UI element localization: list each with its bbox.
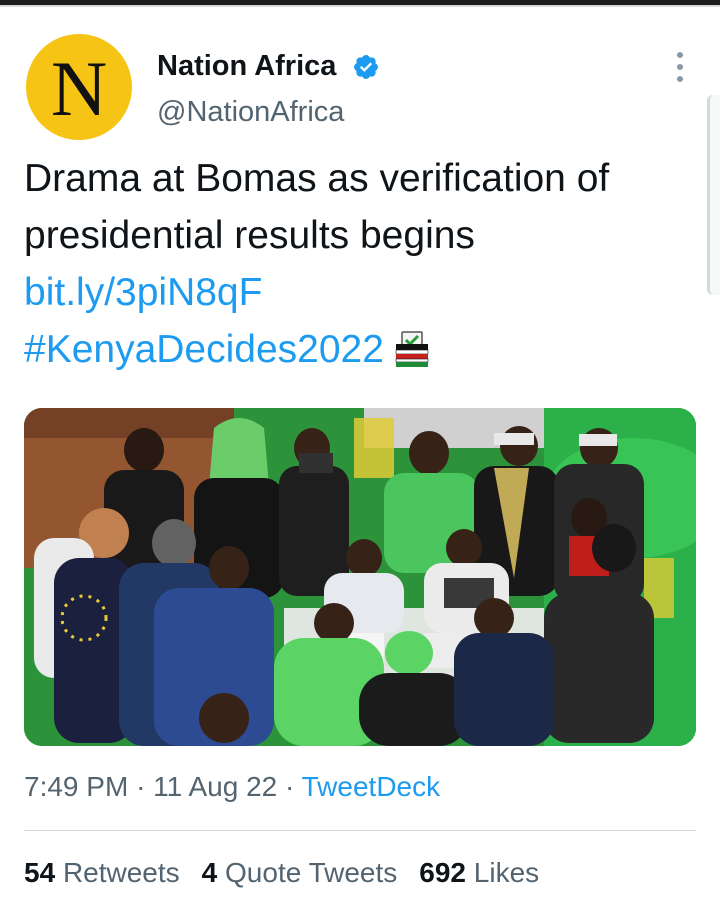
tweet-meta: 7:49 PM · 11 Aug 22 · TweetDeck	[24, 771, 440, 803]
likes-stat[interactable]: 692 Likes	[419, 857, 539, 888]
retweets-stat[interactable]: 54 Retweets	[24, 857, 180, 888]
quote-tweets-stat[interactable]: 4 Quote Tweets	[202, 857, 398, 888]
avatar[interactable]: N	[26, 34, 132, 140]
tweet-line: presidential results begins	[24, 214, 475, 257]
tweet-line: Drama at Bomas as verification of	[24, 157, 610, 200]
likes-count: 692	[419, 857, 466, 888]
divider	[0, 5, 720, 7]
quotes-count: 4	[201, 857, 218, 888]
ballot-box-icon	[395, 331, 429, 367]
quotes-label: Quote Tweets	[225, 857, 398, 888]
tweet-source[interactable]: TweetDeck	[302, 771, 441, 802]
photo-illustration	[24, 408, 696, 746]
tweet-link[interactable]: bit.ly/3piN8qF	[24, 271, 262, 314]
likes-label: Likes	[473, 857, 540, 888]
tweet-stats: 54 Retweets 4 Quote Tweets 692 Likes	[24, 857, 539, 889]
scroll-edge	[707, 95, 720, 295]
account-handle[interactable]: @NationAfrica	[157, 96, 344, 129]
divider	[24, 830, 696, 831]
tweet-text: Drama at Bomas as verification of presid…	[24, 150, 704, 378]
account-name[interactable]: Nation Africa	[157, 50, 336, 83]
meta-separator: ·	[136, 771, 146, 802]
avatar-letter: N	[50, 45, 108, 132]
hashtag-link[interactable]: #KenyaDecides2022	[24, 328, 384, 371]
tweet-time[interactable]: 7:49 PM	[24, 771, 128, 802]
tweet-date[interactable]: 11 Aug 22	[153, 771, 277, 802]
meta-separator: ·	[285, 771, 295, 802]
verified-badge-icon	[354, 55, 378, 79]
retweets-label: Retweets	[62, 857, 180, 888]
retweets-count: 54	[24, 857, 56, 888]
more-vertical-icon[interactable]	[673, 52, 687, 82]
tweet-photo[interactable]	[24, 408, 696, 746]
